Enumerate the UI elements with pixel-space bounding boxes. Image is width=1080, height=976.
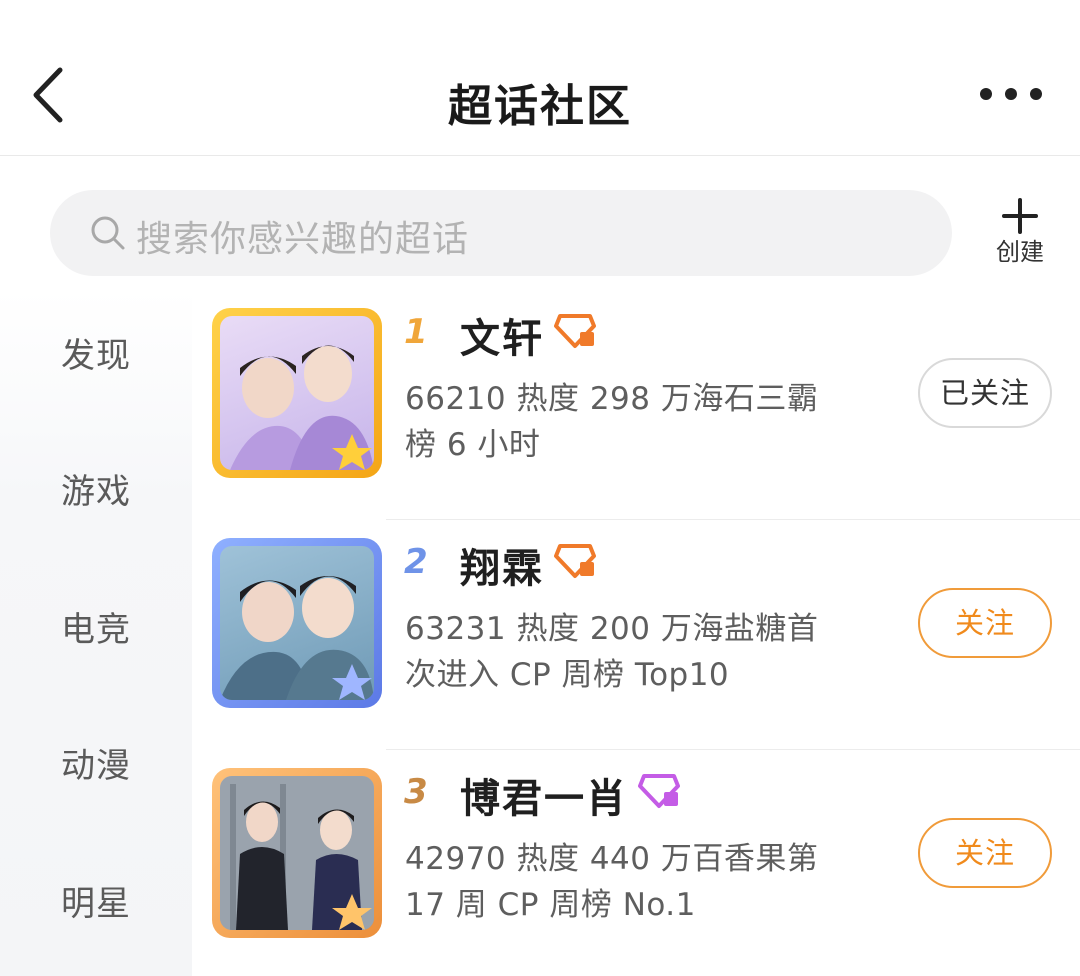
topic-name: 博君一肖 <box>460 776 628 822</box>
diamond-badge-icon <box>554 314 596 348</box>
topic-stats: 42970 热度 440 万百香果第 17 周 CP 周榜 No.1 <box>405 841 819 923</box>
sidebar-item-esports[interactable]: 电竞 <box>0 602 192 651</box>
topic-stats: 66210 热度 298 万海石三霸榜 6 小时 <box>405 381 819 463</box>
create-label: 创建 <box>996 238 1044 266</box>
top-bar: 超话社区 <box>0 0 1080 156</box>
rank-number: 1 <box>404 312 428 352</box>
more-dots-icon <box>980 88 1042 100</box>
portrait-image <box>220 576 374 700</box>
topic-stats: 63231 热度 200 万海盐糖首次进入 CP 周榜 Top10 <box>405 611 819 693</box>
list-item[interactable]: 3 博君一肖 42970 热度 440 万百香果第 17 周 CP 周榜 No.… <box>192 750 1080 976</box>
diamond-badge-icon <box>638 774 680 808</box>
search-placeholder: 搜索你感兴趣的超话 <box>136 219 470 260</box>
followed-button[interactable]: 已关注 <box>918 358 1052 428</box>
list-item[interactable]: 1 文轩 66210 热度 298 万海石三霸榜 6 小时 已关注 <box>192 290 1080 520</box>
follow-button[interactable]: 关注 <box>918 818 1052 888</box>
search-input[interactable]: 搜索你感兴趣的超话 <box>50 190 952 276</box>
diamond-badge-icon <box>554 544 596 578</box>
cover-image <box>212 308 382 478</box>
sidebar-item-games[interactable]: 游戏 <box>0 464 192 513</box>
rank-number: 2 <box>404 542 428 582</box>
follow-button[interactable]: 关注 <box>918 588 1052 658</box>
cover-image <box>212 768 382 938</box>
cover-image <box>212 538 382 708</box>
portrait-image <box>220 776 374 930</box>
sidebar-item-celebrity[interactable]: 明星 <box>0 876 192 925</box>
page-title: 超话社区 <box>448 81 632 132</box>
sidebar-item-anime[interactable]: 动漫 <box>0 738 192 787</box>
create-button[interactable]: 创建 <box>984 196 1056 272</box>
more-options-button[interactable] <box>974 80 1048 108</box>
portrait-image <box>230 345 374 470</box>
sidebar-item-discover[interactable]: 发现 <box>0 328 192 377</box>
topic-name: 翔霖 <box>460 546 544 592</box>
list-item[interactable]: 2 翔霖 63231 热度 200 万海盐糖首次进入 CP 周榜 Top10 关… <box>192 520 1080 750</box>
category-sidebar: 发现 游戏 电竞 动漫 明星 <box>0 290 192 976</box>
topic-name: 文轩 <box>460 316 544 362</box>
rank-number: 3 <box>404 772 428 812</box>
search-icon <box>91 216 125 250</box>
plus-icon <box>1002 198 1038 234</box>
